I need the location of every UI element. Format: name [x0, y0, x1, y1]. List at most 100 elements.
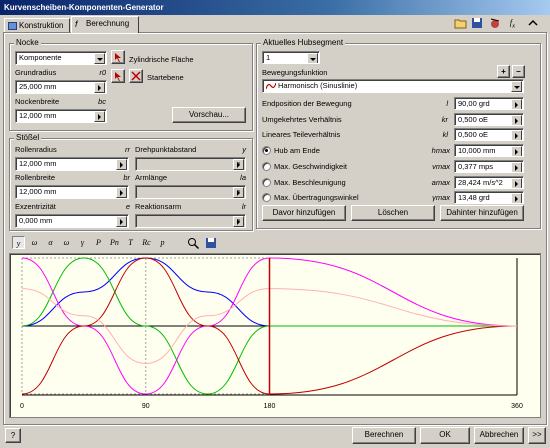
- cam-tool-icon[interactable]: [488, 16, 502, 30]
- chevron-down-icon: [511, 81, 522, 92]
- rollenbreite-field[interactable]: 12,000 mm: [15, 185, 129, 199]
- rollenradius-symbol: rr: [125, 145, 130, 154]
- graph-mode-button[interactable]: ω: [28, 236, 41, 249]
- segment-radio[interactable]: [262, 193, 271, 202]
- nockenbreite-label: Nockenbreite: [15, 97, 60, 106]
- chevron-right-icon: [94, 82, 105, 93]
- drehpunkt-label: Drehpunktabstand: [135, 145, 197, 154]
- startebene-label: Startebene: [147, 73, 184, 82]
- armlaenge-field: [135, 185, 246, 199]
- help-icon: ?: [10, 431, 16, 440]
- chevron-right-icon: [233, 216, 244, 227]
- motion-chart: 0 90 180 360: [20, 257, 523, 410]
- chevron-right-icon: [511, 178, 522, 188]
- graph-mode-button[interactable]: T: [124, 236, 137, 249]
- x-tick-label: 0: [20, 403, 24, 410]
- grundradius-label: Grundradius: [15, 68, 57, 77]
- chevron-down-icon: [307, 53, 318, 63]
- chevron-right-icon: [233, 159, 244, 170]
- chevron-right-icon: [116, 216, 127, 227]
- insert-after-button[interactable]: Dahinter hinzufügen: [440, 205, 524, 221]
- collapse-icon[interactable]: [526, 16, 540, 30]
- remove-segment-button[interactable]: –: [512, 65, 525, 78]
- graph-mode-button[interactable]: Rc: [140, 236, 153, 249]
- rollenbreite-symbol: br: [123, 173, 130, 182]
- segment-radio-field[interactable]: 28,424 m/s^2: [454, 176, 524, 189]
- grundradius-field[interactable]: 25,000 mm: [15, 80, 107, 94]
- nockenbreite-field[interactable]: 12,000 mm: [15, 109, 107, 123]
- help-button[interactable]: ?: [5, 428, 21, 443]
- reaktionsarm-field: [135, 214, 246, 228]
- graph-mode-button[interactable]: p: [156, 236, 169, 249]
- header-toolbar: fx: [454, 16, 546, 30]
- segment-row-label: Umgekehrtes Verhältnis: [262, 115, 342, 124]
- zoom-icon[interactable]: [186, 236, 200, 250]
- segment-radio-symbol: γmax: [432, 193, 450, 202]
- segment-radio[interactable]: [262, 146, 271, 155]
- segment-row-field[interactable]: 0,500 oE: [454, 113, 524, 126]
- graph-mode-button[interactable]: ω: [60, 236, 73, 249]
- chevron-right-icon: [94, 111, 105, 122]
- function-label: Bewegungsfunktion: [262, 68, 328, 77]
- tab-konstruktion[interactable]: Konstruktion: [4, 18, 70, 33]
- rollenradius-field[interactable]: 12,000 mm: [15, 157, 129, 171]
- graph-mode-button[interactable]: γ: [76, 236, 89, 249]
- segment-select[interactable]: 1: [262, 51, 320, 64]
- chevron-right-icon: [116, 187, 127, 198]
- chevron-down-icon: [94, 53, 105, 64]
- graph-mode-button[interactable]: Pn: [108, 236, 121, 249]
- armlaenge-label: Armlänge: [135, 173, 168, 182]
- startebene-clear-button[interactable]: [129, 69, 143, 83]
- plane-cross-icon: [131, 71, 141, 81]
- reaktionsarm-symbol: lr: [241, 202, 246, 211]
- ok-button[interactable]: OK: [420, 427, 470, 444]
- graph-mode-button[interactable]: α: [44, 236, 57, 249]
- cylinder-select-button[interactable]: [111, 50, 125, 64]
- startebene-select-button[interactable]: [111, 69, 125, 83]
- preview-button[interactable]: Vorschau...: [172, 107, 246, 123]
- tab-berechnung[interactable]: f Berechnung: [71, 16, 139, 33]
- rollenbreite-label: Rollenbreite: [15, 173, 56, 182]
- grundradius-symbol: r0: [99, 68, 106, 77]
- cancel-button[interactable]: Abbrechen: [474, 427, 524, 444]
- window-title: Kurvenscheiben-Komponenten-Generator: [0, 0, 550, 15]
- calculate-button[interactable]: Berechnen: [352, 427, 416, 444]
- segment-radio[interactable]: [262, 178, 271, 187]
- chevron-right-icon: [511, 130, 522, 140]
- chevron-right-icon: [116, 159, 127, 170]
- add-segment-button[interactable]: +: [497, 65, 510, 78]
- exzentrizitaet-field[interactable]: 0,000 mm: [15, 214, 129, 228]
- x-tick-label: 90: [142, 403, 150, 410]
- segment-radio-field[interactable]: 13,48 grd: [454, 191, 524, 204]
- insert-before-button[interactable]: Davor hinzufügen: [262, 205, 346, 221]
- armlaenge-symbol: la: [240, 173, 246, 182]
- segment-row-field[interactable]: 0,500 oE: [454, 128, 524, 141]
- rollenradius-label: Rollenradius: [15, 145, 57, 154]
- save-graph-icon[interactable]: [204, 236, 218, 250]
- save-icon[interactable]: [470, 16, 484, 30]
- segment-title: Aktuelles Hubsegment: [261, 38, 346, 47]
- graph-mode-button[interactable]: P: [92, 236, 105, 249]
- segment-radio[interactable]: [262, 162, 271, 171]
- segment-radio-label: Max. Übertragungswinkel: [274, 193, 359, 202]
- reaktionsarm-label: Reaktionsarm: [135, 202, 182, 211]
- chevron-right-icon: [233, 187, 244, 198]
- chevron-right-icon: [511, 99, 522, 109]
- more-button[interactable]: >>: [528, 427, 546, 444]
- segment-row-label: Endposition der Bewegung: [262, 99, 352, 108]
- graph-mode-button[interactable]: y: [12, 236, 25, 249]
- segment-row-field[interactable]: 90,00 grd: [454, 97, 524, 110]
- nocke-type-select[interactable]: Komponente: [15, 51, 107, 65]
- segment-radio-label: Max. Geschwindigkeit: [274, 162, 347, 171]
- segment-radio-label: Max. Beschleunigung: [274, 178, 346, 187]
- sine-icon: [266, 82, 276, 90]
- open-folder-icon[interactable]: [454, 16, 468, 30]
- segment-row-symbol: kr: [441, 115, 448, 124]
- segment-radio-field[interactable]: 10,000 mm: [454, 144, 524, 157]
- segment-radio-symbol: hmax: [431, 146, 450, 155]
- function-select[interactable]: Harmonisch (Sinuslinie): [262, 79, 524, 93]
- segment-radio-field[interactable]: 0,377 mps: [454, 160, 524, 173]
- calculation-icon[interactable]: fx: [506, 16, 520, 30]
- segment-row-symbol: l: [446, 99, 448, 108]
- delete-segment-button[interactable]: Löschen: [351, 205, 435, 221]
